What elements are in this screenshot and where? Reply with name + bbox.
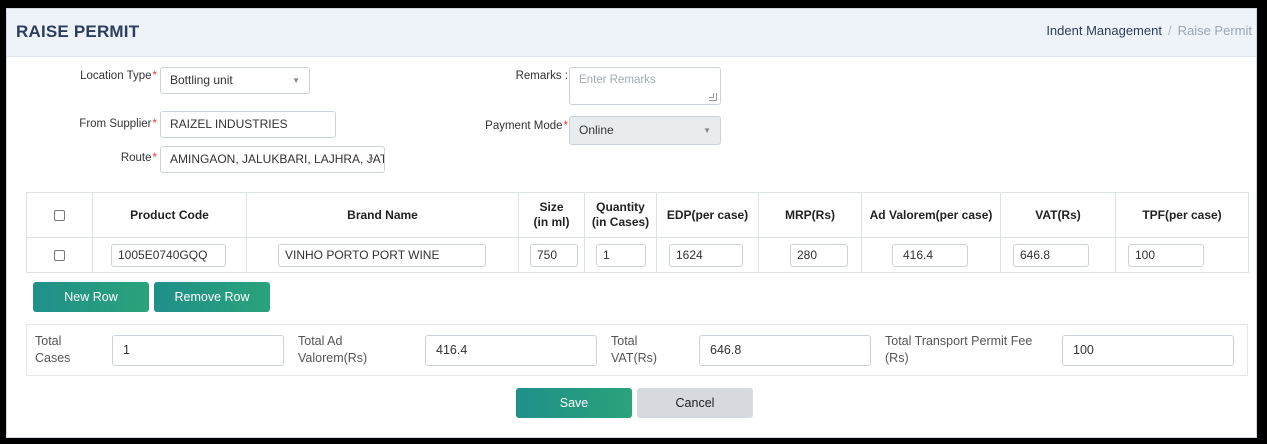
remove-row-button[interactable]: Remove Row — [154, 282, 270, 312]
total-vat-label: Total VAT(Rs) — [611, 334, 658, 365]
remarks-textarea[interactable]: Enter Remarks — [569, 67, 721, 105]
page-header: RAISE PERMIT Indent Management / Raise Per… — [7, 9, 1256, 57]
total-ad-valorem-input[interactable]: 416.4 — [425, 335, 597, 366]
breadcrumb-raise-permit: Raise Permit — [1177, 23, 1252, 38]
new-row-button[interactable]: New Row — [33, 282, 149, 312]
select-all-checkbox[interactable] — [54, 209, 65, 221]
chevron-down-icon: ▼ — [367, 155, 375, 164]
payment-mode-label: Payment Mode* — [485, 120, 568, 132]
total-tpf-input[interactable]: 100 — [1062, 335, 1234, 366]
cancel-button[interactable]: Cancel — [637, 388, 753, 418]
location-type-select[interactable]: Bottling unit ▼ — [160, 67, 310, 94]
column-header: TPF(per case) — [1115, 192, 1249, 238]
product-table: Product Code Brand Name Size (in ml) Quan… — [26, 192, 1249, 273]
column-header: Brand Name — [246, 192, 519, 238]
resize-grip-icon[interactable] — [709, 93, 717, 101]
vat-input[interactable]: 646.8 — [1013, 243, 1089, 267]
size-input[interactable]: 750 — [530, 243, 578, 267]
quantity-input[interactable]: 1 — [596, 243, 646, 267]
breadcrumb-separator: / — [1167, 23, 1172, 38]
column-header: Quantity (in Cases) — [584, 192, 657, 238]
totals-panel: Total Cases 1 Total Ad Valorem(Rs) 416.4… — [26, 324, 1248, 376]
select-all-cell — [26, 192, 93, 238]
from-supplier-input[interactable]: RAIZEL INDUSTRIES — [160, 111, 336, 138]
row-select-cell — [26, 237, 93, 273]
total-cases-label: Total Cases — [35, 334, 71, 365]
edp-input[interactable]: 1624 — [669, 243, 743, 267]
remarks-label: Remarks : — [515, 70, 568, 82]
breadcrumb-indent-management[interactable]: Indent Management — [1046, 23, 1162, 38]
total-ad-valorem-label: Total Ad Valorem(Rs) — [298, 334, 368, 365]
total-tpf-label: Total Transport Permit Fee (Rs) — [885, 334, 1033, 365]
location-type-label: Location Type* — [80, 70, 157, 82]
product-code-input[interactable]: 1005E0740GQQ — [111, 243, 226, 267]
total-vat-input[interactable]: 646.8 — [699, 335, 871, 366]
column-header: Ad Valorem(per case) — [861, 192, 1001, 238]
payment-mode-select[interactable]: Online ▼ — [569, 116, 721, 145]
column-header: Size (in ml) — [518, 192, 585, 238]
route-select[interactable]: AMINGAON, JALUKBARI, LAJHRA, JATIA ▼ — [160, 146, 385, 173]
from-supplier-label: From Supplier* — [79, 118, 157, 130]
save-button[interactable]: Save — [516, 388, 632, 418]
mrp-input[interactable]: 280 — [790, 243, 848, 267]
page-title: RAISE PERMIT — [16, 22, 140, 41]
raise-permit-panel: RAISE PERMIT Indent Management / Raise Per… — [6, 8, 1257, 438]
chevron-down-icon: ▼ — [703, 126, 711, 135]
tpf-input[interactable]: 100 — [1128, 243, 1204, 267]
brand-name-input[interactable]: VINHO PORTO PORT WINE — [278, 243, 486, 267]
column-header: VAT(Rs) — [1000, 192, 1116, 238]
breadcrumb: Indent Management / Raise Permit — [1046, 23, 1252, 38]
table-row: 1005E0740GQQ VINHO PORTO PORT WINE 750 1… — [26, 237, 1249, 273]
column-header: EDP(per case) — [656, 192, 759, 238]
chevron-down-icon: ▼ — [292, 76, 300, 85]
column-header: Product Code — [92, 192, 247, 238]
route-label: Route* — [120, 152, 157, 164]
ad-valorem-input[interactable]: 416.4 — [892, 243, 968, 267]
column-header: MRP(Rs) — [758, 192, 862, 238]
table-header-row: Product Code Brand Name Size (in ml) Quan… — [26, 192, 1249, 238]
total-cases-input[interactable]: 1 — [112, 335, 284, 366]
row-checkbox[interactable] — [54, 250, 65, 262]
